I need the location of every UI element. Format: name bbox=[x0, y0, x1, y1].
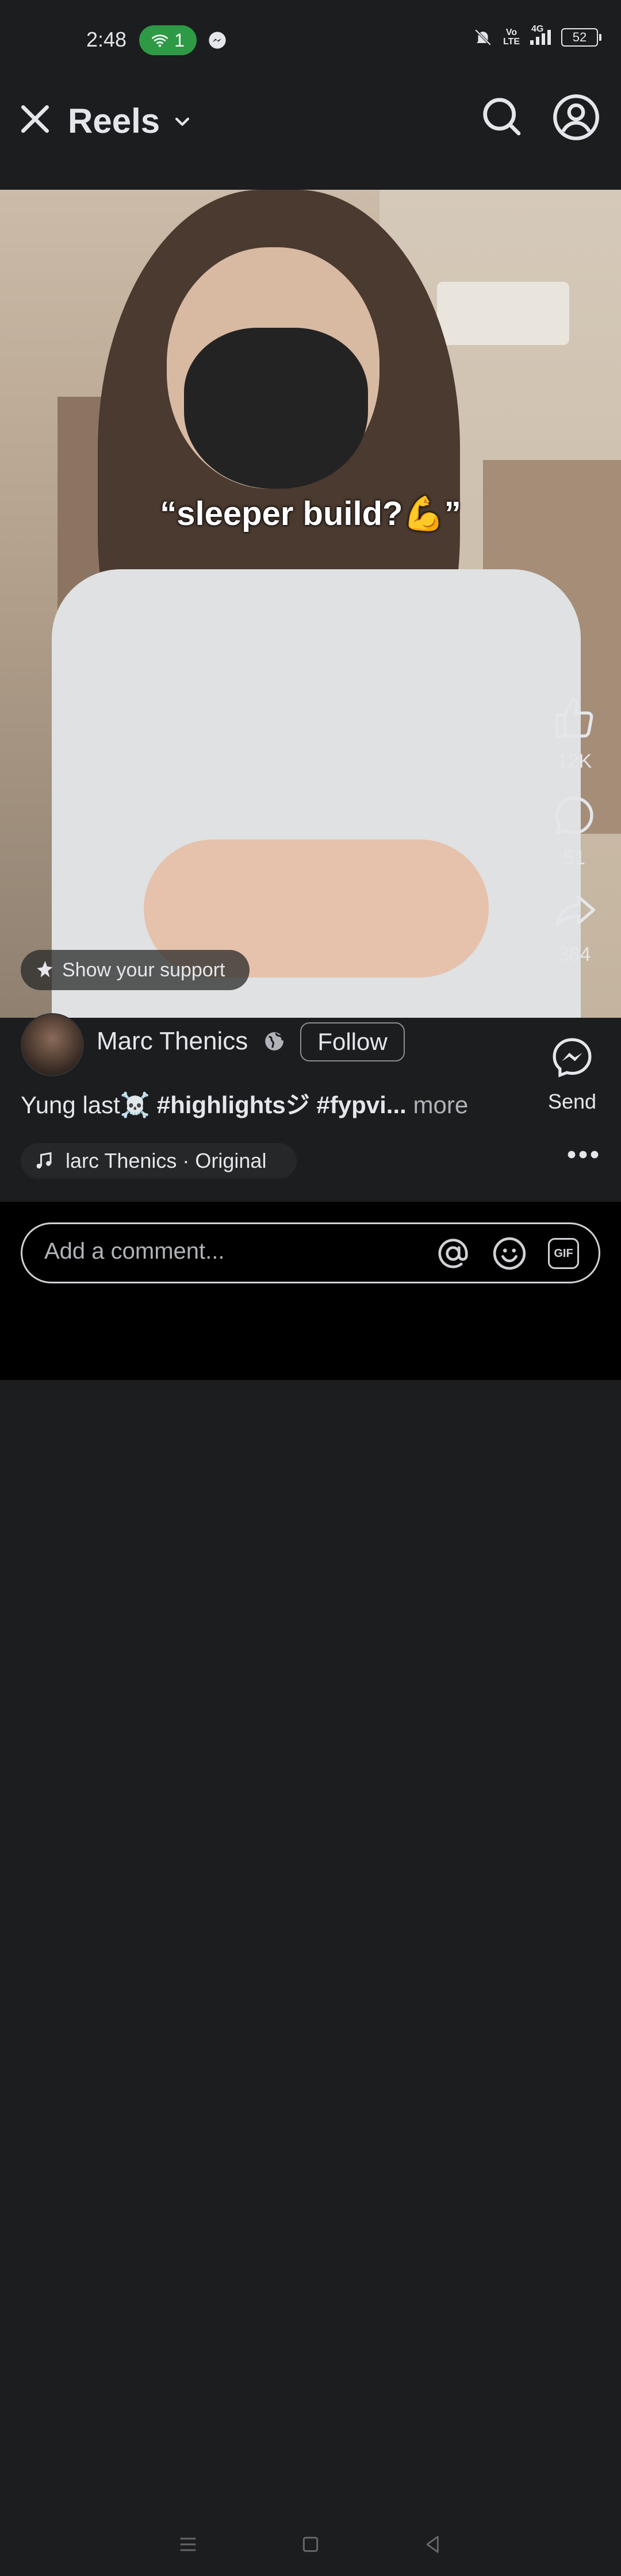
like-count: 12K bbox=[557, 750, 592, 772]
system-nav-bar bbox=[0, 2513, 621, 2576]
hotspot-count: 1 bbox=[174, 29, 185, 51]
signal-bar bbox=[536, 37, 539, 45]
share-button[interactable]: 384 bbox=[543, 889, 606, 966]
bell-muted-icon bbox=[474, 29, 492, 46]
comment-count: 51 bbox=[564, 847, 585, 869]
close-button[interactable] bbox=[17, 101, 53, 140]
search-icon bbox=[483, 98, 521, 136]
comment-bar: GIF bbox=[0, 1202, 621, 2553]
messenger-notification-icon bbox=[209, 32, 226, 49]
more-options-button[interactable] bbox=[566, 1149, 600, 1163]
reel-actions: 12K 51 384 bbox=[543, 696, 606, 986]
profile-button[interactable] bbox=[552, 93, 600, 144]
emoji-icon[interactable] bbox=[492, 1236, 527, 1271]
signal-strength: 4G bbox=[530, 24, 551, 45]
send-label: Send bbox=[547, 1090, 597, 1113]
back-nav-icon[interactable] bbox=[421, 2533, 444, 2556]
reels-dropdown[interactable]: Reels bbox=[68, 101, 192, 141]
reel-meta: Marc Thenics Follow Send Yung last☠️ #hi… bbox=[0, 1013, 621, 1202]
author-name[interactable]: Marc Thenics bbox=[97, 1027, 248, 1056]
signal-bar bbox=[542, 33, 545, 45]
volte-bottom: LTE bbox=[503, 37, 520, 47]
more-icon bbox=[568, 1151, 599, 1159]
signal-bar bbox=[547, 30, 551, 45]
volte-top: Vo bbox=[505, 28, 518, 37]
follow-button[interactable]: Follow bbox=[300, 1022, 405, 1061]
network-type: 4G bbox=[531, 24, 544, 34]
close-icon bbox=[21, 105, 49, 133]
sparkle-star-icon bbox=[37, 961, 53, 977]
mention-icon[interactable] bbox=[435, 1236, 471, 1271]
music-note-icon bbox=[36, 1152, 52, 1169]
post-caption[interactable]: Yung last☠️ #highlightsジ #fypvi... more bbox=[21, 1086, 468, 1121]
support-label: Show your support bbox=[62, 959, 225, 981]
status-time: 2:48 bbox=[86, 28, 127, 51]
caption-text: Yung last☠️ bbox=[21, 1091, 157, 1118]
globe-icon bbox=[265, 1032, 283, 1051]
comment-input[interactable] bbox=[43, 1238, 413, 1265]
battery-level: 52 bbox=[572, 30, 587, 44]
comment-button[interactable]: 51 bbox=[543, 792, 606, 869]
hotspot-indicator: 1 bbox=[139, 25, 197, 55]
home-nav-icon[interactable] bbox=[299, 2533, 322, 2556]
audio-track[interactable]: larc Thenics · Original bbox=[21, 1143, 297, 1179]
caption-hashtags: #highlightsジ #fypvi... bbox=[156, 1091, 407, 1118]
battery-indicator: 52 bbox=[561, 28, 601, 47]
audio-title: larc Thenics · Original bbox=[66, 1149, 267, 1172]
thumbs-up-icon bbox=[555, 698, 593, 738]
comment-box[interactable]: GIF bbox=[21, 1222, 600, 1283]
show-support-button[interactable]: Show your support bbox=[21, 950, 250, 990]
avatar[interactable] bbox=[21, 1013, 84, 1076]
status-icons: Vo LTE 4G 52 bbox=[473, 24, 601, 47]
like-button[interactable]: 12K bbox=[543, 696, 606, 773]
status-bar: 2:48 1 Vo LTE 4G 52 bbox=[0, 0, 621, 80]
air-conditioner bbox=[437, 282, 569, 345]
send-button[interactable]: Send bbox=[540, 1035, 604, 1114]
messenger-icon bbox=[553, 1038, 592, 1078]
share-icon bbox=[555, 895, 595, 927]
comment-icon bbox=[555, 796, 593, 834]
comment-tools: GIF bbox=[435, 1236, 579, 1271]
share-count: 384 bbox=[558, 944, 591, 965]
chevron-down-icon bbox=[175, 117, 190, 126]
wifi-hotspot-icon bbox=[152, 34, 168, 47]
profile-icon bbox=[553, 94, 599, 140]
reel-video[interactable]: “sleeper build?💪” bbox=[0, 190, 621, 1018]
follow-label: Follow bbox=[317, 1028, 388, 1055]
gif-icon[interactable]: GIF bbox=[548, 1238, 579, 1269]
search-button[interactable] bbox=[478, 93, 524, 142]
signal-bar bbox=[530, 40, 534, 45]
menu-nav-icon[interactable] bbox=[177, 2533, 200, 2556]
gif-label: GIF bbox=[554, 1247, 573, 1260]
video-text-overlay: “sleeper build?💪” bbox=[160, 495, 461, 532]
page-title: Reels bbox=[68, 102, 160, 140]
caption-more-link[interactable]: more bbox=[407, 1091, 468, 1118]
reels-header: Reels bbox=[0, 80, 621, 190]
face-mask bbox=[184, 328, 368, 489]
volte-indicator: Vo LTE bbox=[503, 28, 520, 47]
